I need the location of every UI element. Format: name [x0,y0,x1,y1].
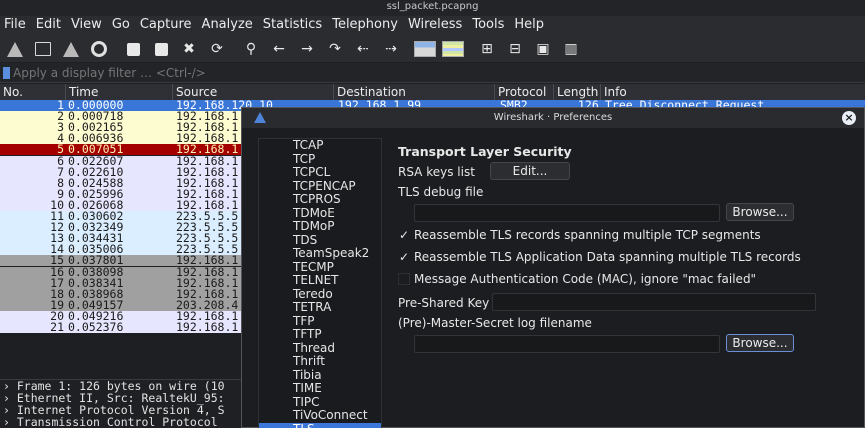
reassemble-tcp-checkbox[interactable]: ✓ [398,229,410,241]
packet-list-header: No. Time Source Destination Protocol Len… [0,84,865,100]
open-file-icon[interactable] [120,38,146,60]
resize-columns-icon[interactable]: ▥ [558,38,584,60]
tree-item-tls[interactable]: TLS [259,422,381,428]
col-header-length[interactable]: Length [553,84,598,100]
shark-fin-start-icon[interactable] [2,38,28,60]
rsa-keys-label: RSA keys list [398,165,475,179]
display-filter-input[interactable] [13,63,865,82]
go-to-packet-icon[interactable]: ↷ [322,38,348,60]
stop-square-icon[interactable] [30,38,56,60]
reload-file-icon[interactable]: ⟳ [204,38,230,60]
menu-go[interactable]: Go [107,16,135,36]
tree-item-tcpencap[interactable]: TCPENCAP [259,179,381,194]
packet-source: 192.168.1 [176,320,239,334]
col-header-no[interactable]: No. [0,84,23,100]
reassemble-app-data-label: Reassemble TLS Application Data spanning… [414,250,801,264]
rsa-edit-button[interactable]: Edit... [490,162,570,180]
menu-help[interactable]: Help [509,16,549,36]
tree-item-tftp[interactable]: TFTP [259,327,381,342]
menu-edit[interactable]: Edit [31,16,66,36]
close-icon[interactable]: × [842,111,856,125]
shark-fin-restart-icon[interactable] [58,38,84,60]
tree-item-tcap[interactable]: TCAP [259,139,381,153]
save-file-icon[interactable] [148,38,174,60]
tls-debug-browse-button[interactable]: Browse... [726,203,794,221]
tree-item-tdmop[interactable]: TDMoP [259,219,381,234]
tls-debug-file-field[interactable] [414,204,720,222]
menu-tools[interactable]: Tools [467,16,509,36]
colorize-icon[interactable] [440,38,466,60]
tree-item-tds[interactable]: TDS [259,233,381,248]
tls-settings-panel: Transport Layer Security RSA keys list E… [398,138,858,428]
reassemble-app-data-checkbox[interactable]: ✓ [398,251,410,263]
autoscroll-icon[interactable] [412,38,438,60]
col-header-time[interactable]: Time [65,84,98,100]
menu-analyze[interactable]: Analyze [197,16,258,36]
packet-time: 0.052376 [68,320,124,334]
wireshark-fin-icon [254,112,266,123]
zoom-out-icon[interactable]: ⊟ [502,38,528,60]
psk-label: Pre-Shared Key [398,296,490,310]
tree-item-thrift[interactable]: Thrift [259,354,381,369]
psk-input[interactable] [492,293,816,311]
tree-item-thread[interactable]: Thread [259,341,381,356]
master-secret-label: (Pre)-Master-Secret log filename [398,316,592,330]
back-arrow-icon[interactable]: ← [266,38,292,60]
master-secret-browse-button[interactable]: Browse... [726,334,794,352]
col-header-source[interactable]: Source [172,84,217,100]
menu-file[interactable]: File [0,16,31,36]
menu-statistics[interactable]: Statistics [258,16,327,36]
display-filter-bar [0,63,865,83]
tree-item-tcp[interactable]: TCP [259,152,381,167]
main-toolbar: ✖ ⟳ ⚲ ← → ↷ ⇠ ⇢ ⊞ ⊟ ▣ ▥ [0,36,865,62]
zoom-in-icon[interactable]: ⊞ [474,38,500,60]
forward-arrow-icon[interactable]: → [294,38,320,60]
dialog-titlebar: Wireshark · Preferences × [242,108,864,128]
col-header-protocol[interactable]: Protocol [494,84,546,100]
bookmark-icon[interactable] [3,66,10,79]
master-secret-file-field[interactable] [414,335,720,353]
first-packet-icon[interactable]: ⇠ [350,38,376,60]
zoom-reset-icon[interactable]: ▣ [530,38,556,60]
tree-item-time[interactable]: TIME [259,381,381,396]
tree-item-telnet[interactable]: TELNET [259,273,381,288]
preferences-dialog: Wireshark · Preferences × TCAP TCP TCPCL TC… [241,107,865,428]
mac-ignore-checkbox[interactable] [398,273,410,285]
search-icon[interactable]: ⚲ [238,38,264,60]
menu-wireless[interactable]: Wireless [403,16,467,36]
packet-no: 21 [50,320,64,334]
tree-item-tipc[interactable]: TIPC [259,395,381,410]
tree-item-tdmoe[interactable]: TDMoE [259,206,381,221]
col-header-info[interactable]: Info [600,84,627,100]
last-packet-icon[interactable]: ⇢ [378,38,404,60]
tree-item-tetra[interactable]: TETRA [259,300,381,315]
gear-options-icon[interactable] [86,38,112,60]
menu-telephony[interactable]: Telephony [327,16,403,36]
tls-debug-label: TLS debug file [398,185,484,199]
tree-item-tivoconnect[interactable]: TiVoConnect [259,408,381,423]
tree-item-teamspeak2[interactable]: TeamSpeak2 [259,246,381,261]
window-title: ssl_packet.pcapng [0,0,865,16]
reassemble-tcp-label: Reassemble TLS records spanning multiple… [414,228,761,242]
mac-ignore-label: Message Authentication Code (MAC), ignor… [414,272,757,286]
col-header-destination[interactable]: Destination [333,84,406,100]
menu-view[interactable]: View [66,16,107,36]
menu-capture[interactable]: Capture [135,16,197,36]
tree-item-tfp[interactable]: TFP [259,314,381,329]
tree-item-tcpcl[interactable]: TCPCL [259,165,381,180]
protocol-tree: TCAP TCP TCPCL TCPENCAP TCPROS TDMoE TDMoP TDS T… [258,138,382,428]
section-heading: Transport Layer Security [398,144,572,159]
dialog-title: Wireshark · Preferences [493,112,613,123]
close-file-icon[interactable]: ✖ [176,38,202,60]
tree-item-tecmp[interactable]: TECMP [259,260,381,275]
tree-item-tcpros[interactable]: TCPROS [259,192,381,207]
tree-item-teredo[interactable]: Teredo [259,287,381,302]
tree-item-tibia[interactable]: Tibia [259,368,381,383]
menu-bar: File Edit View Go Capture Analyze Statis… [0,16,865,36]
